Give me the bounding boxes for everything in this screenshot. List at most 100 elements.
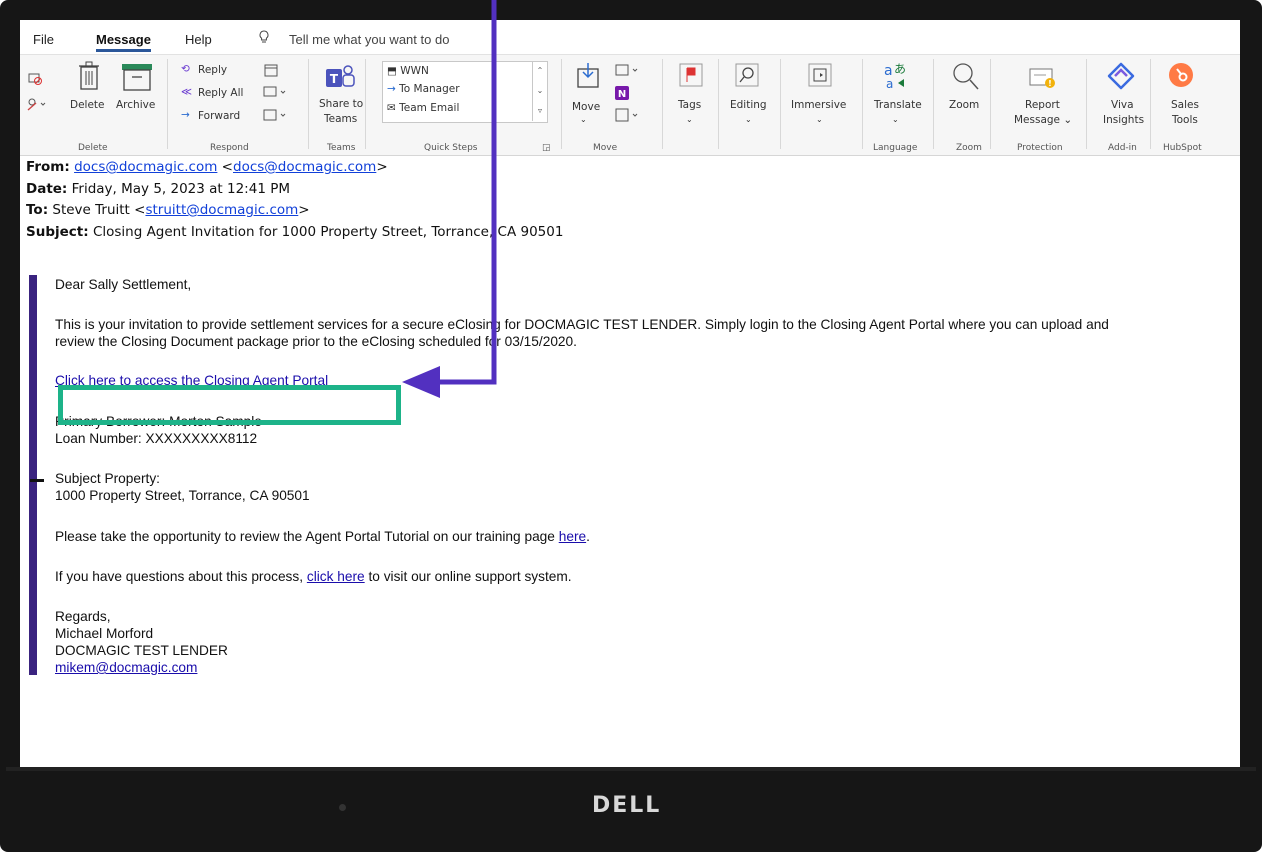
cleanup-icon[interactable] [26,97,48,111]
svg-text:a: a [886,77,893,91]
lightbulb-icon [259,30,269,43]
viva-insights-icon[interactable] [1105,61,1137,91]
chevron-down-icon[interactable]: ⌄ [686,115,693,124]
reply-icon: ⟲ [181,63,190,75]
viva-insights-label1[interactable]: Viva [1111,99,1134,111]
move-icon[interactable] [576,61,602,91]
group-label-move: Move [593,143,618,153]
chevron-down-icon[interactable]: ⌄ [580,115,587,124]
questions-line: If you have questions about this process… [55,569,572,584]
move-button[interactable]: Move [572,101,600,113]
group-separator [308,59,309,149]
group-label-language: Language [873,143,918,153]
quote-bar [29,275,37,675]
chevron-down-icon[interactable]: ⌄ [745,115,752,124]
tab-message[interactable]: Message [96,32,151,52]
sender-email-link[interactable]: mikem@docmagic.com [55,660,197,675]
highlight-box [58,385,401,425]
to-row: To: Steve Truitt <struitt@docmagic.com> [26,202,310,218]
meeting-icon[interactable] [263,63,279,77]
onenote-icon[interactable]: N [614,85,630,101]
to-email-link[interactable]: struitt@docmagic.com [145,202,298,218]
group-label-protection: Protection [1017,143,1063,153]
archive-icon[interactable] [120,63,154,91]
outlook-window: File Message Help Tell me what you want … [20,20,1240,767]
ribbon: Delete Archive Delete ⟲ Reply ≪ Reply Al… [20,54,1240,156]
dell-logo: DELL [592,793,662,818]
report-message-icon[interactable]: ! [1028,65,1058,91]
share-to-teams-label2[interactable]: Teams [324,113,357,125]
group-separator [780,59,781,149]
group-separator [365,59,366,149]
editing-button[interactable]: Editing [730,99,767,111]
svg-text:N: N [618,89,626,100]
report-message-label2[interactable]: Message ⌄ [1014,114,1072,126]
forward-button[interactable]: Forward [198,110,240,122]
report-message-label1[interactable]: Report [1025,99,1060,111]
actions-icon[interactable] [614,107,640,123]
immersive-reader-icon[interactable] [808,63,832,87]
sales-tools-label2[interactable]: Tools [1172,114,1198,126]
reply-all-button[interactable]: Reply All [198,87,243,99]
tab-help[interactable]: Help [185,32,212,47]
immersive-button[interactable]: Immersive [791,99,846,111]
quick-step-team-email[interactable]: ✉ Team Email [387,102,459,114]
translate-button[interactable]: Translate [874,99,922,111]
group-separator [561,59,562,149]
chevron-down-icon[interactable]: ⌄ [816,115,823,124]
sender-company: DOCMAGIC TEST LENDER [55,643,228,658]
group-label-teams: Teams [327,143,356,153]
tab-file[interactable]: File [33,32,54,47]
mail-icon: ✉ [387,102,400,114]
quick-steps-scroll[interactable]: ⌃ ⌄ ▿ [532,61,547,121]
delete-icon[interactable] [78,61,100,91]
divider-mark [30,479,44,482]
zoom-icon[interactable] [950,61,980,91]
subject-row: Subject: Closing Agent Invitation for 10… [26,223,564,240]
from-name-link[interactable]: docs@docmagic.com [74,159,217,175]
translate-icon[interactable]: a あa [882,61,912,91]
share-to-teams-label1[interactable]: Share to [319,98,363,110]
arrow-right-icon: → [387,83,400,95]
monitor-edge [6,767,1256,771]
flag-icon[interactable] [679,63,703,87]
group-label-respond: Respond [210,143,249,153]
date-row: Date: Friday, May 5, 2023 at 12:41 PM [26,180,290,197]
quick-steps-gallery[interactable]: ⬒ WWN → To Manager ✉ Team Email [382,61,548,123]
find-icon[interactable] [735,63,759,87]
subject-property-label: Subject Property: [55,471,160,486]
dialog-launcher-icon[interactable]: ◲ [542,143,551,153]
message-headers: From: docs@docmagic.com <docs@docmagic.c… [26,157,563,243]
webcam [339,804,346,811]
delete-button[interactable]: Delete [70,99,105,111]
group-separator [167,59,168,149]
group-label-quick-steps: Quick Steps [424,143,478,153]
more-respond-icon[interactable] [262,108,288,122]
archive-button[interactable]: Archive [116,99,155,111]
im-icon[interactable] [262,85,288,99]
chevron-down-icon[interactable]: ⌄ [892,115,899,124]
svg-text:T: T [330,72,339,86]
reply-button[interactable]: Reply [198,64,227,76]
hubspot-icon[interactable] [1167,61,1195,89]
teams-icon[interactable]: T [324,63,356,91]
rules-icon[interactable] [614,63,640,77]
loan-number: Loan Number: XXXXXXXXX8112 [55,431,258,446]
regards: Regards, [55,609,111,624]
menu-bar: File Message Help Tell me what you want … [20,20,1240,54]
quick-step-wwn[interactable]: ⬒ WWN [387,65,429,77]
from-email-link[interactable]: docs@docmagic.com [233,159,376,175]
group-label-hubspot: HubSpot [1163,143,1202,153]
quick-step-to-manager[interactable]: → To Manager [387,83,460,95]
tell-me-search[interactable]: Tell me what you want to do [289,32,449,47]
viva-insights-label2[interactable]: Insights [1103,114,1144,126]
invite-text-line1: This is your invitation to provide settl… [55,317,1109,332]
greeting: Dear Sally Settlement, [55,277,192,292]
tutorial-here-link[interactable]: here [559,529,586,544]
ignore-icon[interactable] [28,71,42,85]
sales-tools-label1[interactable]: Sales [1171,99,1199,111]
zoom-button[interactable]: Zoom [949,99,979,111]
support-click-here-link[interactable]: click here [307,569,365,584]
tags-button[interactable]: Tags [678,99,701,111]
group-separator [1086,59,1087,149]
